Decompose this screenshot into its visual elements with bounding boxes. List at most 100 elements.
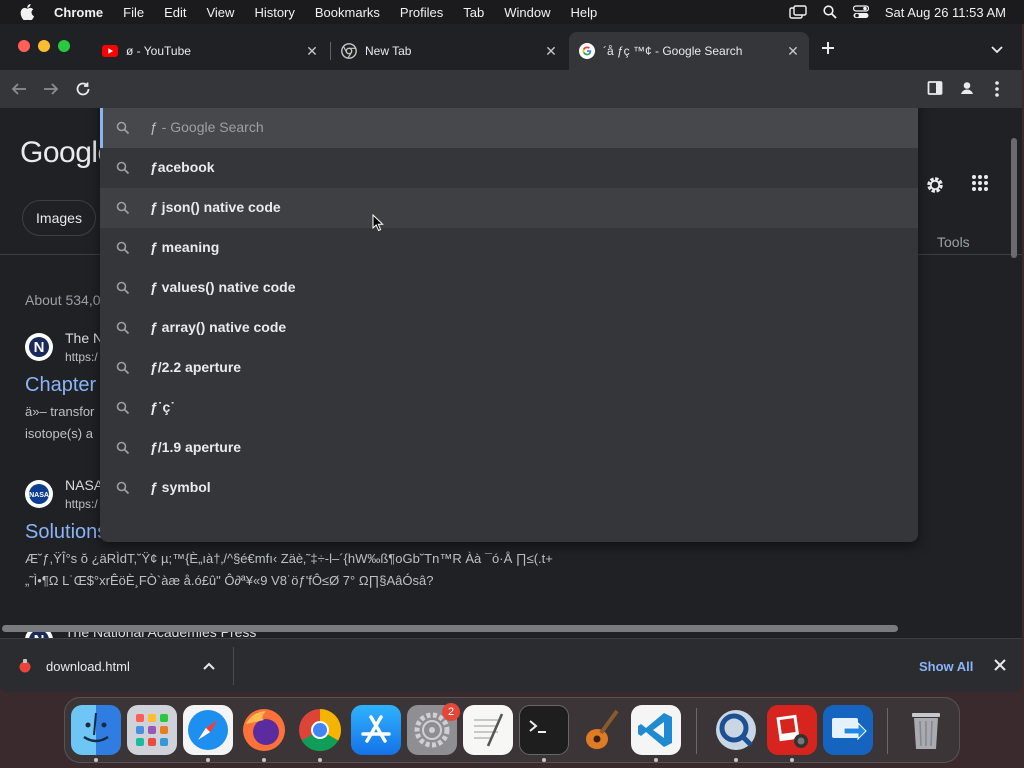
tab-youtube[interactable]: ø - YouTube ✕ bbox=[92, 32, 328, 70]
menu-profiles[interactable]: Profiles bbox=[400, 5, 443, 20]
quicktime-icon[interactable] bbox=[711, 705, 761, 755]
garageband-icon[interactable] bbox=[575, 705, 625, 755]
terminal-icon[interactable] bbox=[519, 705, 569, 755]
suggestion-item[interactable]: ƒ - Google Search bbox=[100, 108, 918, 148]
tab-title: ø - YouTube bbox=[126, 44, 191, 58]
menu-view[interactable]: View bbox=[206, 5, 234, 20]
settings-gear-icon[interactable] bbox=[924, 174, 946, 196]
google-icon bbox=[579, 43, 595, 59]
running-indicator bbox=[790, 758, 794, 762]
menu-app-name[interactable]: Chrome bbox=[54, 5, 103, 20]
running-indicator bbox=[94, 758, 98, 762]
menu-edit[interactable]: Edit bbox=[164, 5, 186, 20]
close-window-button[interactable] bbox=[18, 40, 30, 52]
photo-booth-icon[interactable] bbox=[767, 705, 817, 755]
images-filter-chip[interactable]: Images bbox=[22, 200, 96, 236]
search-icon bbox=[116, 441, 130, 455]
migration-assistant-icon[interactable] bbox=[823, 705, 873, 755]
new-tab-button[interactable] bbox=[820, 40, 838, 58]
vscode-icon[interactable] bbox=[631, 705, 681, 755]
tab-search-chevron-icon[interactable] bbox=[990, 42, 1006, 54]
google-apps-icon[interactable] bbox=[971, 174, 991, 194]
close-tab-icon[interactable]: ✕ bbox=[785, 43, 801, 59]
dock: 2 bbox=[64, 697, 960, 763]
menu-history[interactable]: History bbox=[254, 5, 294, 20]
tab-google-search[interactable]: ´å ƒç ™¢ - Google Search ✕ bbox=[569, 32, 809, 70]
textedit-icon[interactable] bbox=[463, 705, 513, 755]
browser-window: ø - YouTube ✕ New Tab ✕ ´å ƒç ™¢ - Googl… bbox=[0, 24, 1022, 692]
close-download-shelf-icon[interactable] bbox=[994, 658, 1010, 674]
control-center-icon[interactable] bbox=[852, 5, 869, 19]
dock-separator bbox=[696, 708, 697, 754]
trash-icon[interactable] bbox=[901, 705, 951, 755]
html-file-icon bbox=[18, 658, 32, 674]
suggestion-item[interactable]: ƒ values() native code bbox=[100, 268, 918, 308]
result-snippet: „˜Ì•¶Ω L˙Œ$°xrÊöÈ¸FÒ`àæ å.ó£û" Ô∂ª¥«9 V8… bbox=[25, 573, 434, 588]
horizontal-scrollbar[interactable] bbox=[2, 625, 898, 632]
suggestion-text: ƒ - Google Search bbox=[150, 119, 264, 135]
result-snippet: ä»– transfor bbox=[25, 404, 95, 419]
suggestion-item[interactable]: ƒ/2.2 aperture bbox=[100, 348, 918, 388]
youtube-icon bbox=[102, 43, 118, 59]
result-site-name[interactable]: NASA bbox=[65, 477, 103, 493]
search-icon bbox=[116, 201, 130, 215]
running-indicator bbox=[542, 758, 546, 762]
menu-file[interactable]: File bbox=[123, 5, 144, 20]
suggestion-item[interactable]: ƒ symbol bbox=[100, 468, 918, 508]
menu-clock[interactable]: Sat Aug 26 11:53 AM bbox=[885, 5, 1006, 20]
firefox-icon[interactable] bbox=[239, 705, 289, 755]
chrome-menu-icon[interactable] bbox=[994, 80, 1004, 98]
suggestion-item[interactable]: ƒ array() native code bbox=[100, 308, 918, 348]
suggestion-item[interactable]: ƒ˙ç˙ bbox=[100, 388, 918, 428]
minimize-window-button[interactable] bbox=[38, 40, 50, 52]
launchpad-icon[interactable] bbox=[127, 705, 177, 755]
spotlight-search-icon[interactable] bbox=[823, 5, 837, 19]
omnibox-dropdown: ƒ ƒ - Google Search ƒacebook ƒ json() na… bbox=[100, 108, 918, 542]
suggestion-item[interactable]: ƒ json() native code bbox=[100, 188, 918, 228]
menu-window[interactable]: Window bbox=[504, 5, 550, 20]
finder-icon[interactable] bbox=[71, 705, 121, 755]
search-icon bbox=[116, 121, 130, 135]
search-icon bbox=[116, 481, 130, 495]
suggestion-text: ƒ/2.2 aperture bbox=[150, 359, 242, 375]
result-title-link[interactable]: Solutions bbox=[25, 521, 107, 544]
result-url[interactable]: https:/ bbox=[65, 350, 98, 364]
download-filename[interactable]: download.html bbox=[46, 659, 130, 674]
forward-button[interactable] bbox=[40, 78, 62, 100]
window-manager-icon[interactable] bbox=[789, 5, 807, 19]
menu-bookmarks[interactable]: Bookmarks bbox=[315, 5, 380, 20]
result-title-link[interactable]: Chapter bbox=[25, 374, 96, 397]
chevron-up-icon[interactable] bbox=[202, 658, 218, 674]
result-url[interactable]: https:/ bbox=[65, 497, 98, 511]
suggestion-item[interactable]: ƒ/1.9 aperture bbox=[100, 428, 918, 468]
show-all-downloads-button[interactable]: Show All bbox=[919, 659, 973, 674]
close-tab-icon[interactable]: ✕ bbox=[304, 43, 320, 59]
tab-new-tab[interactable]: New Tab ✕ bbox=[331, 32, 567, 70]
dock-separator bbox=[887, 708, 888, 754]
notification-badge: 2 bbox=[442, 703, 460, 721]
suggestion-item[interactable]: ƒacebook bbox=[100, 148, 918, 188]
suggestion-item[interactable]: ƒ meaning bbox=[100, 228, 918, 268]
safari-icon[interactable] bbox=[183, 705, 233, 755]
reload-button[interactable] bbox=[72, 78, 94, 100]
back-button[interactable] bbox=[8, 78, 30, 100]
tools-link[interactable]: Tools bbox=[937, 234, 970, 250]
suggestion-text: ƒ array() native code bbox=[150, 319, 287, 335]
menu-help[interactable]: Help bbox=[571, 5, 598, 20]
close-tab-icon[interactable]: ✕ bbox=[543, 43, 559, 59]
result-stats: About 534,0 bbox=[25, 292, 101, 308]
app-store-icon[interactable] bbox=[351, 705, 401, 755]
profile-avatar-icon[interactable] bbox=[957, 78, 977, 98]
chrome-app-icon[interactable] bbox=[295, 705, 345, 755]
suggestion-text: ƒ˙ç˙ bbox=[150, 399, 175, 415]
apple-icon[interactable] bbox=[18, 3, 36, 21]
side-panel-icon[interactable] bbox=[927, 80, 943, 96]
result-site-name[interactable]: The N bbox=[65, 330, 103, 346]
vertical-scrollbar[interactable] bbox=[1011, 138, 1017, 258]
suggestion-text: ƒ values() native code bbox=[150, 279, 296, 295]
suggestion-term: ƒ bbox=[150, 119, 158, 135]
menu-tab[interactable]: Tab bbox=[463, 5, 484, 20]
tab-title: New Tab bbox=[365, 44, 412, 58]
mouse-cursor-icon bbox=[372, 214, 384, 232]
maximize-window-button[interactable] bbox=[58, 40, 70, 52]
